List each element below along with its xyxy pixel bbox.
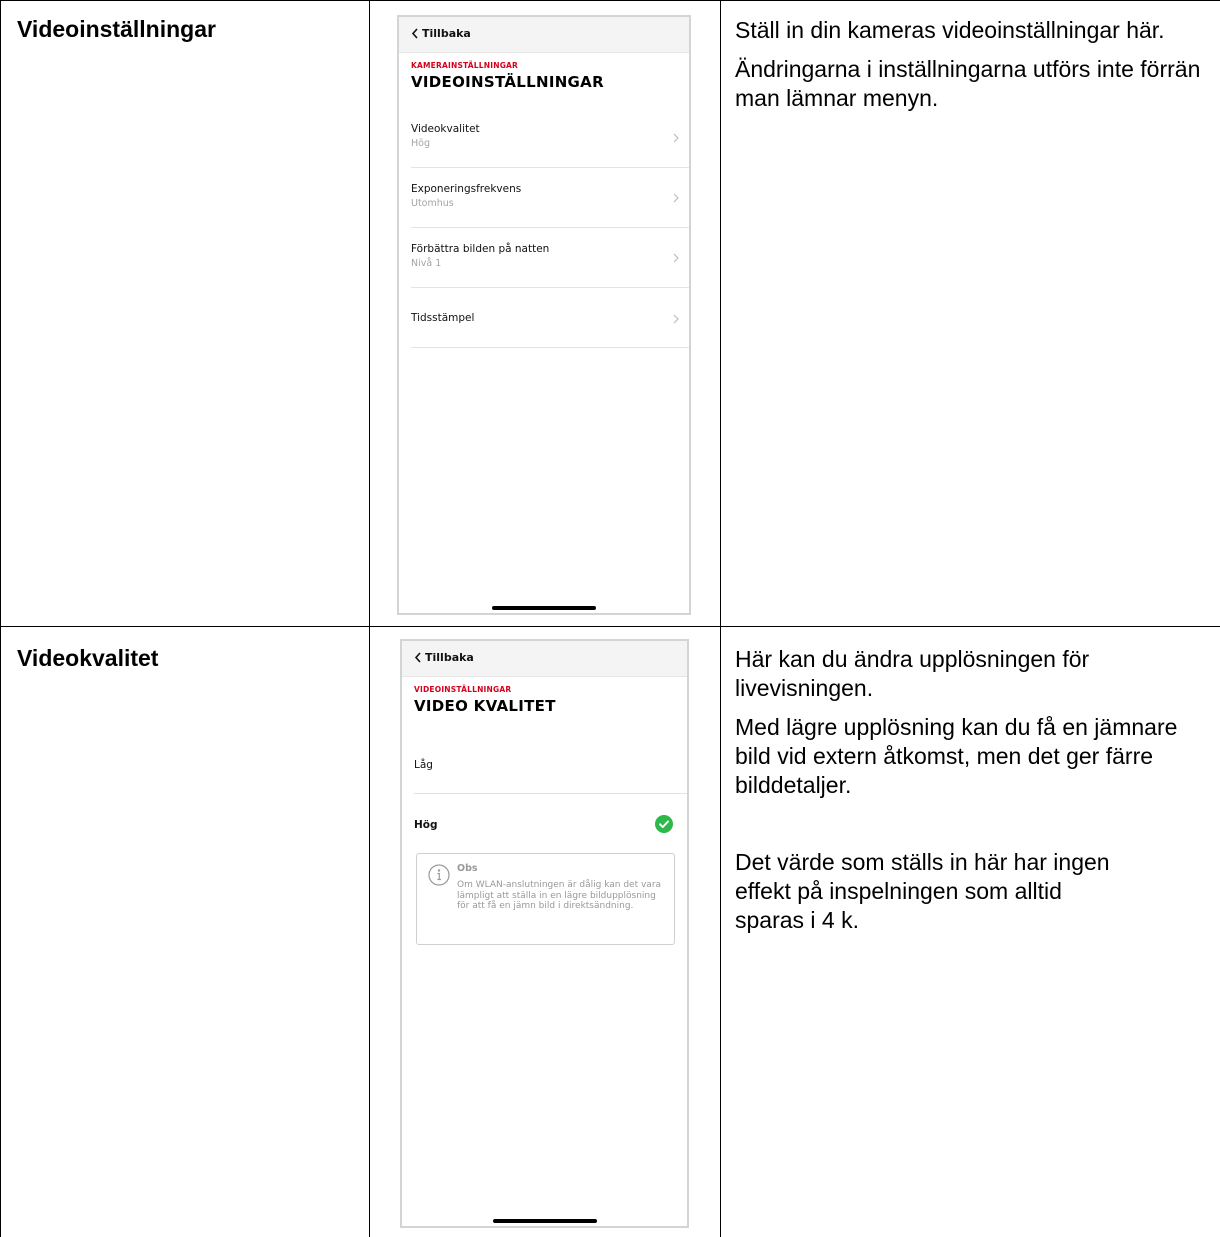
chevron-right-icon [673, 253, 679, 263]
breadcrumb: KAMERAINSTÄLLNINGAR [411, 61, 519, 70]
back-label: Tillbaka [425, 651, 474, 664]
description-paragraph: Här kan du ändra upplösningen för livevi… [735, 646, 1090, 701]
nav-bar: Tillbaka [402, 641, 687, 677]
divider [411, 167, 689, 168]
settings-item-night-enhance[interactable]: Förbättra bilden på natten Nivå 1 [411, 243, 689, 283]
description-paragraph: Med lägre upplösning kan du få en jämnar… [735, 714, 1178, 798]
breadcrumb: VIDEOINSTÄLLNINGAR [414, 685, 512, 694]
item-label: Videokvalitet [411, 123, 480, 135]
description-paragraph: Ändringarna i inställningarna utförs int… [735, 56, 1201, 111]
table-border-top [0, 0, 1220, 1]
screen-title: VIDEO KVALITET [414, 697, 556, 715]
notice-title: Obs [457, 863, 478, 874]
option-lag[interactable]: Låg [414, 759, 687, 783]
row-title: Videoinställningar [17, 16, 216, 42]
notice-box: Obs Om WLAN-anslutningen är dålig kan de… [416, 853, 675, 945]
nav-bar: Tillbaka [399, 17, 689, 53]
chevron-right-icon [673, 314, 679, 324]
phone-screenshot: Tillbaka VIDEOINSTÄLLNINGAR VIDEO KVALIT… [400, 639, 689, 1228]
divider [411, 227, 689, 228]
option-label: Hög [414, 819, 438, 831]
item-value: Hög [411, 138, 430, 149]
chevron-left-icon [414, 652, 421, 663]
home-indicator [492, 1219, 597, 1223]
settings-item-tidsstampel[interactable]: Tidsstämpel [411, 312, 689, 342]
back-button[interactable]: Tillbaka [414, 651, 474, 664]
info-icon [428, 864, 450, 886]
check-circle-icon [655, 815, 673, 833]
item-value: Nivå 1 [411, 258, 442, 269]
divider [411, 347, 689, 348]
table-row-divider [0, 626, 1220, 627]
table-col-divider-2 [720, 0, 721, 1237]
settings-item-videokvalitet[interactable]: Videokvalitet Hög [411, 123, 689, 163]
screen-title: VIDEOINSTÄLLNINGAR [411, 73, 604, 91]
settings-item-exponeringsfrekvens[interactable]: Exponeringsfrekvens Utomhus [411, 183, 689, 223]
back-label: Tillbaka [422, 27, 471, 40]
row-title: Videokvalitet [17, 645, 159, 671]
home-indicator [492, 606, 596, 610]
divider [414, 793, 687, 794]
divider [411, 287, 689, 288]
back-button[interactable]: Tillbaka [411, 27, 471, 40]
phone-screenshot: Tillbaka KAMERAINSTÄLLNINGAR VIDEOINSTÄL… [397, 15, 691, 615]
item-label: Förbättra bilden på natten [411, 243, 550, 255]
option-hog[interactable]: Hög [414, 815, 687, 843]
item-value: Utomhus [411, 198, 454, 209]
notice-body: Om WLAN-anslutningen är dålig kan det va… [457, 880, 662, 911]
option-label: Låg [414, 759, 433, 771]
table-border-left [0, 0, 1, 1237]
chevron-left-icon [411, 28, 418, 39]
item-label: Tidsstämpel [411, 312, 475, 324]
description-paragraph: Det värde som ställs in här har ingen ef… [735, 849, 1110, 933]
chevron-right-icon [673, 133, 679, 143]
row-description: Ställ in din kameras videoinställningar … [735, 16, 1205, 123]
table-col-divider-1 [369, 0, 370, 1237]
item-label: Exponeringsfrekvens [411, 183, 522, 195]
description-paragraph: Ställ in din kameras videoinställningar … [735, 17, 1165, 43]
chevron-right-icon [673, 193, 679, 203]
row-description: Här kan du ändra upplösningen för livevi… [735, 645, 1205, 945]
